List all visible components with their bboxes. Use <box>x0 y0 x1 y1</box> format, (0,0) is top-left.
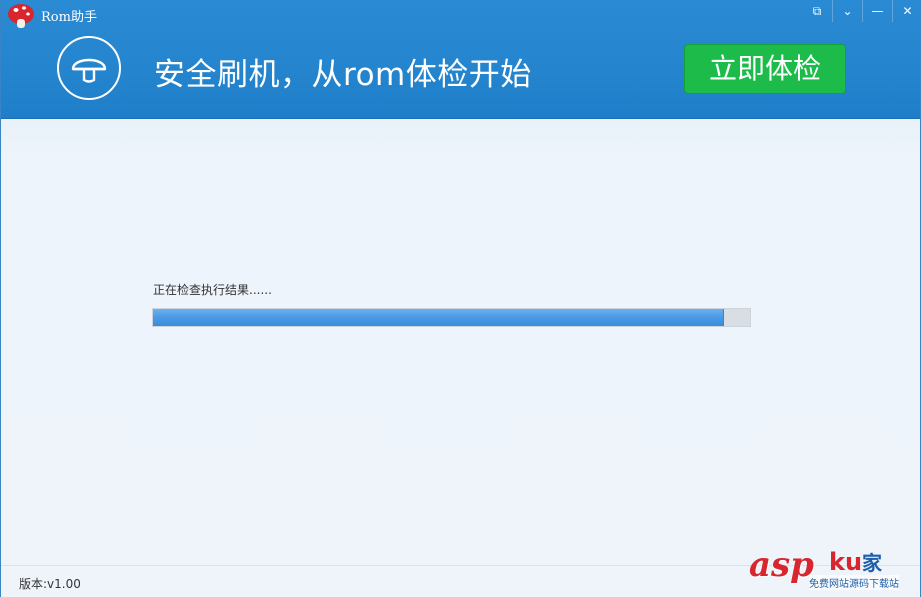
window-title: Rom助手 <box>41 10 97 25</box>
watermark-ku: ku <box>829 548 863 576</box>
progress-fill <box>153 309 725 326</box>
watermark-brand: asp <box>749 545 814 585</box>
chevron-down-icon: ⌄ <box>842 4 853 18</box>
status-text: 正在检查执行结果...... <box>153 283 272 297</box>
start-check-button[interactable]: 立即体检 <box>684 44 846 94</box>
feedback-button[interactable]: ⧉ <box>802 0 832 22</box>
logo-badge <box>57 36 121 100</box>
progress-bar <box>152 308 751 327</box>
minimize-button[interactable]: — <box>862 0 892 22</box>
headline: 安全刷机，从rom体检开始 <box>154 57 532 93</box>
watermark-tagline: 免费网站源码下载站 <box>809 575 899 590</box>
watermark-logo: asp ku家 免费网站源码下载站 <box>749 545 919 595</box>
window-controls: ⧉ ⌄ — ✕ <box>802 0 920 22</box>
watermark-brand-suffix: ku家 <box>829 547 882 576</box>
minimize-icon: — <box>871 4 884 18</box>
mushroom-outline-icon <box>71 58 107 83</box>
close-icon: ✕ <box>902 4 913 18</box>
close-button[interactable]: ✕ <box>892 0 920 22</box>
feedback-icon: ⧉ <box>812 3 822 18</box>
menu-button[interactable]: ⌄ <box>832 0 862 22</box>
app-window: Rom助手 ⧉ ⌄ — ✕ 安全刷机，从rom体检开始 立即体检 正在检查执行结… <box>0 0 921 597</box>
watermark-cn: 家 <box>862 551 883 575</box>
mushroom-icon <box>8 4 34 28</box>
header-banner: Rom助手 ⧉ ⌄ — ✕ 安全刷机，从rom体检开始 立即体检 <box>1 0 920 119</box>
version-label: 版本:v1.00 <box>19 577 81 591</box>
